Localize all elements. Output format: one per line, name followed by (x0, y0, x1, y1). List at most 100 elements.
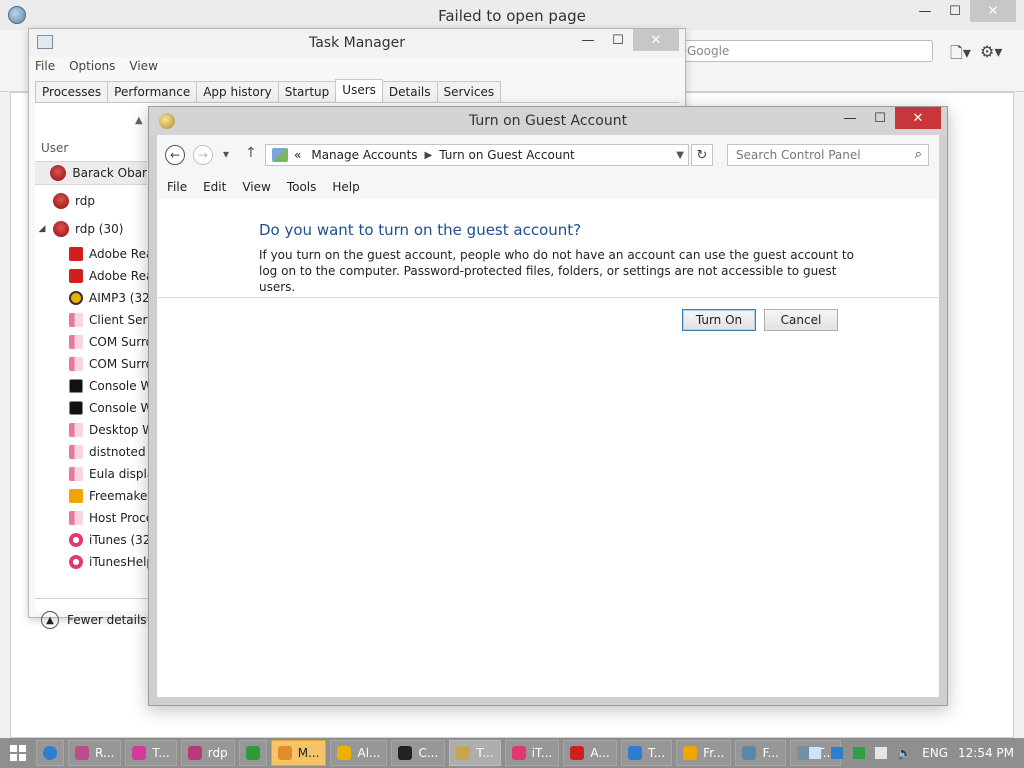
gear-icon[interactable]: ⚙▾ (980, 42, 1002, 61)
close-icon[interactable]: ✕ (633, 29, 679, 51)
tab-performance[interactable]: Performance (107, 81, 198, 104)
dialog-body: Do you want to turn on the guest account… (157, 199, 939, 697)
tray-icon[interactable] (853, 747, 866, 759)
menu-help[interactable]: Help (332, 180, 359, 194)
process-row[interactable]: COM Surro (69, 331, 149, 353)
process-label: Console W (89, 379, 149, 393)
refresh-icon[interactable]: ↻ (691, 144, 713, 166)
search-control-panel-input[interactable]: Search Control Panel ⌕ (727, 144, 929, 166)
menu-view[interactable]: View (242, 180, 270, 194)
close-icon[interactable]: ✕ (970, 0, 1016, 22)
taskbar-item-label: Al... (357, 746, 381, 760)
menu-options[interactable]: Options (69, 59, 115, 73)
search-icon[interactable]: ⌕ (915, 147, 922, 162)
maximize-icon[interactable]: ☐ (603, 29, 633, 51)
taskbar-item[interactable]: T... (620, 740, 673, 766)
network-icon[interactable] (875, 747, 888, 759)
taskbar-item[interactable]: rdp (180, 740, 235, 766)
tray-icon[interactable] (831, 747, 844, 759)
search-placeholder: Search Control Panel (736, 148, 861, 162)
language-indicator[interactable]: ENG (922, 746, 948, 760)
browser-search-input[interactable]: Google (678, 40, 933, 62)
taskbar-item-label: rdp (207, 746, 228, 760)
close-icon[interactable]: ✕ (895, 107, 941, 129)
up-arrow-icon[interactable]: ↑ (245, 145, 257, 161)
process-row[interactable]: Adobe Rea (69, 243, 149, 265)
pdf-icon (69, 247, 83, 261)
minimize-icon[interactable]: — (835, 107, 865, 129)
maximize-icon[interactable]: ☐ (940, 0, 970, 22)
tab-users[interactable]: Users (335, 79, 383, 102)
process-row[interactable]: Client Serv (69, 309, 149, 331)
user-row[interactable]: Barack Obar (35, 161, 147, 185)
breadcrumb-turn-on-guest[interactable]: Turn on Guest Account (439, 148, 575, 162)
collapse-triangle-icon[interactable]: ◢ (35, 224, 49, 234)
process-row[interactable]: Freemake (69, 485, 149, 507)
minimize-icon[interactable]: — (910, 0, 940, 22)
taskbar-item[interactable]: Fr... (676, 740, 732, 766)
taskbar-item[interactable]: T... (449, 740, 501, 766)
menu-tools[interactable]: Tools (287, 180, 317, 194)
clock[interactable]: 12:54 PM (958, 746, 1014, 760)
user-row[interactable]: ◢ rdp (30) (35, 217, 147, 241)
turn-on-button[interactable]: Turn On (682, 309, 756, 331)
taskbar-item[interactable]: M... (270, 740, 327, 766)
process-row[interactable]: iTunesHelp (69, 551, 149, 573)
taskbar-item[interactable] (238, 740, 267, 766)
taskbar-item[interactable]: F... (735, 740, 786, 766)
tray-icon[interactable] (809, 747, 822, 759)
process-row[interactable]: distnoted ( (69, 441, 149, 463)
tab-details[interactable]: Details (381, 81, 438, 104)
menu-edit[interactable]: Edit (203, 180, 226, 194)
sort-up-icon[interactable]: ▲ (135, 115, 143, 126)
process-row[interactable]: Console W (69, 375, 149, 397)
maximize-icon[interactable]: ☐ (865, 107, 895, 129)
cancel-button[interactable]: Cancel (764, 309, 838, 331)
process-row[interactable]: Host Proce (69, 507, 149, 529)
internet-explorer-icon[interactable] (36, 740, 64, 766)
page-icon[interactable]: 🗋▾ (950, 42, 971, 69)
generic-icon (69, 445, 83, 459)
minimize-icon[interactable]: — (573, 29, 603, 51)
tab-app-history[interactable]: App history (196, 81, 279, 104)
column-header-user[interactable]: User (41, 141, 68, 155)
process-row[interactable]: AIMP3 (32 (69, 287, 149, 309)
recent-pages-dropdown-icon[interactable]: ▾ (223, 147, 229, 161)
process-row[interactable]: COM Surro (69, 353, 149, 375)
chevron-right-icon[interactable]: ▶ (425, 150, 433, 161)
windows-logo-icon (10, 745, 26, 761)
tab-processes[interactable]: Processes (35, 81, 109, 104)
process-row[interactable]: Eula displa (69, 463, 149, 485)
back-arrow-icon[interactable]: ← (165, 145, 185, 165)
taskbar-item[interactable]: T... (125, 740, 177, 766)
breadcrumb-prefix[interactable]: « (294, 148, 301, 162)
menu-view[interactable]: View (129, 59, 157, 73)
task-manager-window-controls: — ☐ ✕ (573, 29, 679, 51)
chevron-down-icon[interactable]: ▼ (676, 150, 684, 161)
breadcrumb[interactable]: « Manage Accounts ▶ Turn on Guest Accoun… (265, 144, 689, 166)
fewer-details-button[interactable]: ▲ Fewer details (41, 611, 147, 629)
taskbar-item[interactable]: R... (68, 740, 122, 766)
start-button[interactable] (0, 738, 36, 768)
process-row[interactable]: iTunes (32 (69, 529, 149, 551)
forward-arrow-icon[interactable]: → (193, 145, 213, 165)
breadcrumb-manage-accounts[interactable]: Manage Accounts (311, 148, 417, 162)
console-icon (69, 401, 83, 415)
taskbar-item[interactable]: Al... (330, 740, 388, 766)
volume-icon[interactable]: 🔈 (897, 746, 912, 760)
taskbar-item[interactable]: iT... (504, 740, 560, 766)
pdf-icon (69, 269, 83, 283)
process-label: Host Proce (89, 511, 149, 525)
process-row[interactable]: Console W (69, 397, 149, 419)
menu-file[interactable]: File (35, 59, 55, 73)
aimp-icon (69, 291, 83, 305)
tab-startup[interactable]: Startup (277, 81, 337, 104)
process-row[interactable]: Adobe Rea (69, 265, 149, 287)
menu-file[interactable]: File (167, 180, 187, 194)
taskbar-item-label: T... (152, 746, 170, 760)
taskbar-item[interactable]: C... (391, 740, 446, 766)
tab-services[interactable]: Services (436, 81, 502, 104)
taskbar-item[interactable]: A... (563, 740, 617, 766)
user-row[interactable]: rdp (35, 189, 147, 213)
process-row[interactable]: Desktop W (69, 419, 149, 441)
